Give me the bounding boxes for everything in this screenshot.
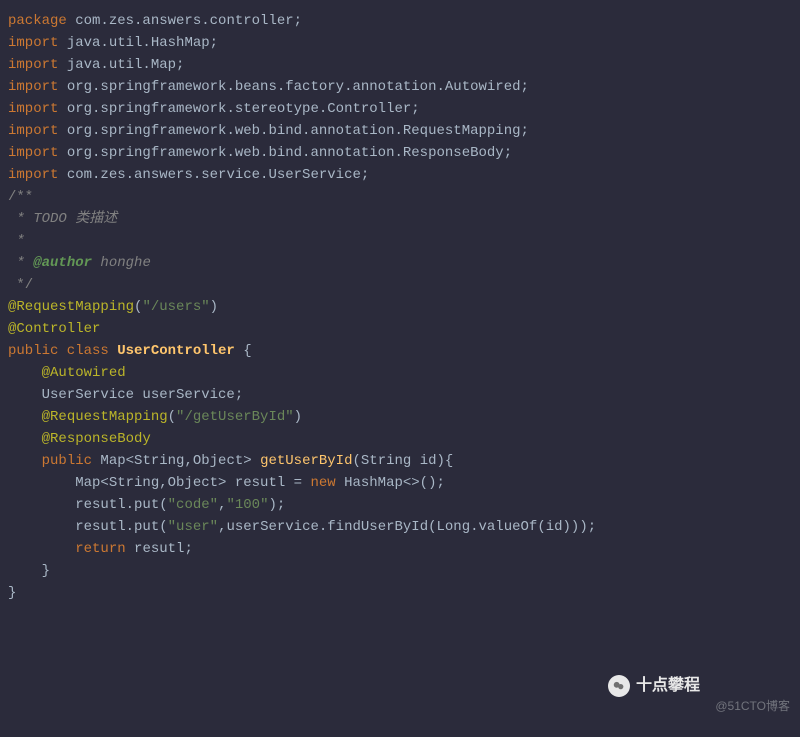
code-line: @RequestMapping("/users") [8,296,792,318]
code-line: @Controller [8,318,792,340]
code-block: package com.zes.answers.controller;impor… [8,10,792,604]
code-line: import org.springframework.beans.factory… [8,76,792,98]
code-line: } [8,582,792,604]
code-line: package com.zes.answers.controller; [8,10,792,32]
watermark-bubble-text: 十点攀程 [636,675,700,697]
code-line: import org.springframework.web.bind.anno… [8,142,792,164]
code-line: import org.springframework.web.bind.anno… [8,120,792,142]
code-line: * @author honghe [8,252,792,274]
code-line: resutl.put("code","100"); [8,494,792,516]
code-line: public class UserController { [8,340,792,362]
code-line: return resutl; [8,538,792,560]
code-line: @Autowired [8,362,792,384]
watermark-text: @51CTO博客 [715,695,790,717]
code-line: import java.util.Map; [8,54,792,76]
code-line: } [8,560,792,582]
code-line: /** [8,186,792,208]
code-line: public Map<String,Object> getUserById(St… [8,450,792,472]
wechat-icon [608,675,630,697]
code-line: @ResponseBody [8,428,792,450]
code-line: import java.util.HashMap; [8,32,792,54]
code-line: @RequestMapping("/getUserById") [8,406,792,428]
code-line: resutl.put("user",userService.findUserBy… [8,516,792,538]
code-line: import com.zes.answers.service.UserServi… [8,164,792,186]
code-line: import org.springframework.stereotype.Co… [8,98,792,120]
code-line: UserService userService; [8,384,792,406]
watermark-bubble: 十点攀程 [608,675,700,697]
code-line: * [8,230,792,252]
code-line: * TODO 类描述 [8,208,792,230]
code-line: */ [8,274,792,296]
code-line: Map<String,Object> resutl = new HashMap<… [8,472,792,494]
